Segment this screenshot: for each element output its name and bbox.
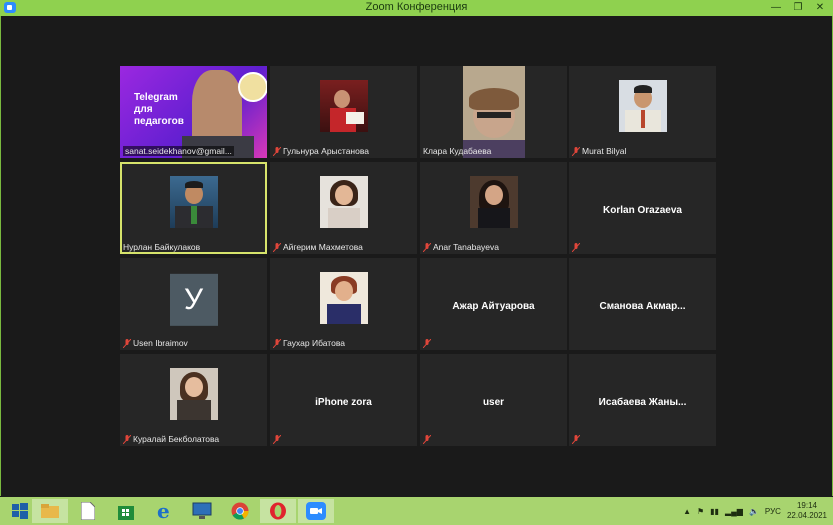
close-button[interactable]: ✕ (809, 0, 831, 16)
muted-microphone-icon (123, 338, 131, 348)
participant-photo (169, 368, 218, 420)
participant-photo (618, 80, 667, 132)
participant-display-name: user (482, 397, 505, 408)
chevron-up-icon[interactable]: ▲ (683, 507, 691, 516)
internet-explorer-icon[interactable]: e (146, 499, 182, 523)
clock[interactable]: 19:14 22.04.2021 (787, 501, 827, 521)
participant-name (572, 243, 580, 252)
maximize-button[interactable]: ❐ (787, 0, 809, 16)
flag-icon[interactable]: ⚑ (697, 507, 704, 516)
participant-tile[interactable]: Ажар Айтуарова (420, 258, 567, 350)
participant-tile[interactable]: Telegram для педагогов sanat.seidekhanov… (120, 66, 267, 158)
participant-tile[interactable]: Айгерим Махметова (270, 162, 417, 254)
participant-tile[interactable]: Гаухар Ибатова (270, 258, 417, 350)
clock-date: 22.04.2021 (786, 511, 827, 520)
participant-name: sanat.seidekhanov@gmail... (123, 146, 234, 156)
participant-display-name: Исабаева Жаны... (598, 397, 687, 408)
participant-display-name: Korlan Orazaeva (603, 205, 682, 216)
language-indicator[interactable]: РУС (765, 507, 781, 516)
participant-avatar: У (169, 273, 218, 326)
muted-microphone-icon (572, 146, 580, 156)
volume-icon[interactable]: 🔈 (749, 507, 759, 516)
participant-photo (319, 272, 368, 324)
logo-badge-icon (238, 72, 267, 102)
remote-desktop-icon[interactable] (184, 499, 220, 523)
muted-microphone-icon (273, 435, 281, 444)
participant-tile[interactable]: Murat Bilyal (569, 66, 716, 158)
opera-icon[interactable] (260, 499, 296, 523)
participant-tile[interactable]: Сманова Акмар... (569, 258, 716, 350)
muted-microphone-icon (423, 339, 431, 348)
participant-tile-active-speaker[interactable]: Нурлан Байкулаков (120, 162, 267, 254)
participant-name: Гаухар Ибатова (273, 338, 345, 348)
muted-microphone-icon (273, 146, 281, 156)
svg-text:e: e (157, 501, 170, 521)
window-titlebar[interactable]: Zoom Конференция — ❐ ✕ (0, 0, 833, 17)
participant-name: Usen Ibraimov (123, 338, 188, 348)
muted-microphone-icon (572, 243, 580, 252)
participant-display-name: iPhone zora (315, 397, 372, 408)
file-explorer-icon[interactable] (32, 499, 68, 523)
participant-tile[interactable]: user (420, 354, 567, 446)
participant-tile[interactable]: Клара Кудабаева (420, 66, 567, 158)
file-icon[interactable] (70, 499, 106, 523)
participant-name: Клара Кудабаева (423, 146, 492, 156)
signal-icon[interactable]: ▂▄▆ (725, 507, 743, 516)
muted-microphone-icon (423, 242, 431, 252)
participant-tile[interactable]: Гульнура Арыстанова (270, 66, 417, 158)
store-icon[interactable] (108, 499, 144, 523)
minimize-button[interactable]: — (765, 0, 787, 16)
participant-tile[interactable]: Куралай Бекболатова (120, 354, 267, 446)
participant-name: Murat Bilyal (572, 146, 626, 156)
participant-tile[interactable]: Korlan Orazaeva (569, 162, 716, 254)
participant-name: Гульнура Арыстанова (273, 146, 369, 156)
zoom-taskbar-icon[interactable] (298, 499, 334, 523)
shared-video-caption: Telegram для педагогов (134, 92, 184, 127)
muted-microphone-icon (423, 435, 431, 444)
windows-taskbar: e ▲ ⚑ ▮▮ ▂▄▆ 🔈 РУС 19:14 22.04.2021 (0, 497, 833, 525)
participant-photo (319, 176, 368, 228)
participant-name: Айгерим Махметова (273, 242, 363, 252)
participant-name (423, 339, 431, 348)
participant-name (572, 435, 580, 444)
participant-photo (169, 176, 218, 228)
participant-tile[interactable]: Исабаева Жаны... (569, 354, 716, 446)
participant-name: Нурлан Байкулаков (123, 242, 201, 252)
muted-microphone-icon (273, 242, 281, 252)
muted-microphone-icon (123, 434, 131, 444)
participant-name: Куралай Бекболатова (123, 434, 219, 444)
participant-name: Anar Tanabayeva (423, 242, 499, 252)
participant-photo (469, 176, 518, 228)
window-title: Zoom Конференция (365, 1, 468, 13)
participant-name (423, 435, 431, 444)
clock-time: 19:14 (796, 501, 817, 510)
muted-microphone-icon (273, 338, 281, 348)
participant-name (273, 435, 281, 444)
participant-display-name: Сманова Акмар... (599, 301, 686, 312)
meeting-window: Telegram для педагогов sanat.seidekhanov… (0, 16, 833, 496)
network-icon[interactable]: ▮▮ (710, 507, 719, 516)
system-tray: ▲ ⚑ ▮▮ ▂▄▆ 🔈 РУС 19:14 22.04.2021 (683, 499, 827, 523)
participant-tile[interactable]: iPhone zora (270, 354, 417, 446)
chrome-icon[interactable] (222, 499, 258, 523)
muted-microphone-icon (572, 435, 580, 444)
participant-tile[interactable]: Anar Tanabayeva (420, 162, 567, 254)
participant-video (462, 66, 525, 158)
participant-tile[interactable]: У Usen Ibraimov (120, 258, 267, 350)
participant-display-name: Ажар Айтуарова (452, 301, 535, 312)
participant-photo (319, 80, 368, 132)
